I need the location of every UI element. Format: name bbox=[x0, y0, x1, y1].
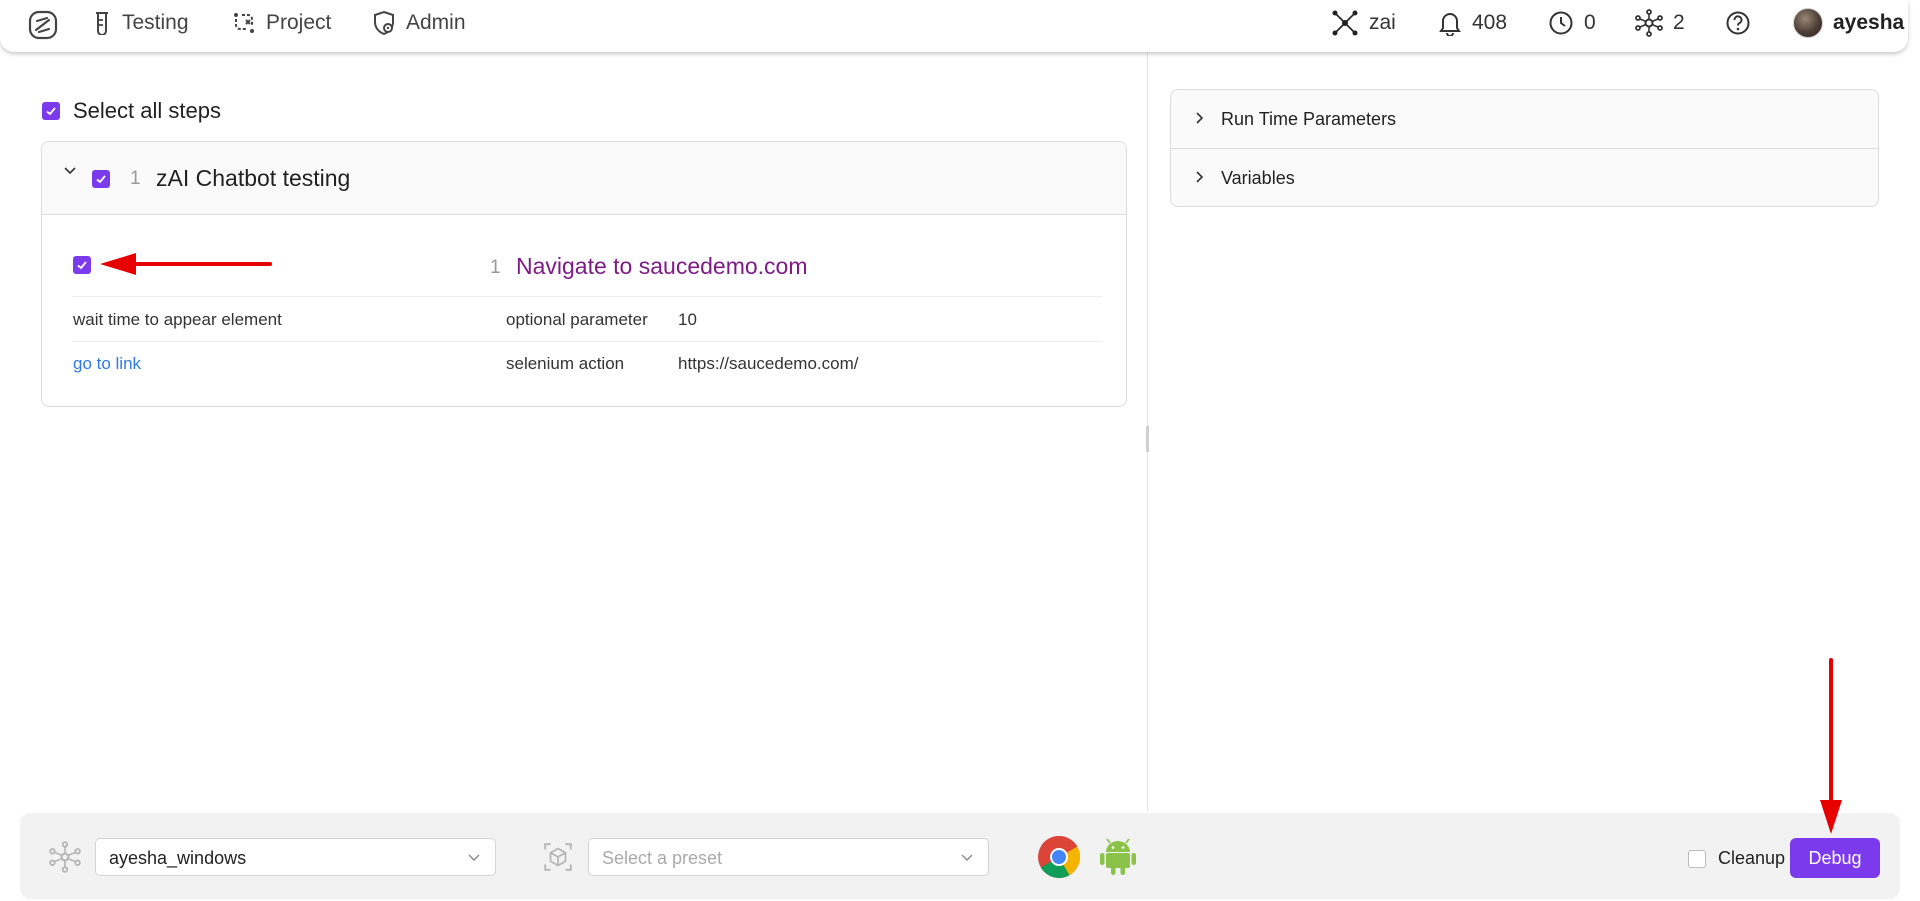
step-row: 1 Navigate to saucedemo.com bbox=[72, 237, 1102, 297]
preset-select-placeholder: Select a preset bbox=[602, 848, 723, 868]
check-icon bbox=[46, 107, 56, 116]
test-group-card: 1 zAI Chatbot testing 1 Navigate to sauc… bbox=[41, 141, 1127, 407]
cleanup-toggle[interactable]: Cleanup bbox=[1688, 848, 1785, 869]
chevron-right-icon bbox=[1196, 171, 1204, 183]
zai-assistant[interactable]: zai bbox=[1331, 0, 1396, 46]
preset-select[interactable]: Select a preset bbox=[588, 838, 989, 876]
select-all-label: Select all steps bbox=[73, 98, 221, 123]
history[interactable]: 0 bbox=[1548, 0, 1596, 46]
network-icon bbox=[1635, 9, 1663, 37]
bell-icon bbox=[1439, 13, 1461, 36]
resize-handle[interactable] bbox=[1146, 426, 1149, 452]
chevron-down-icon bbox=[961, 854, 973, 861]
nav-testing[interactable]: Testing bbox=[92, 0, 189, 46]
chevron-right-icon bbox=[1196, 112, 1204, 124]
avatar bbox=[1793, 8, 1823, 38]
nav-testing-label: Testing bbox=[122, 11, 189, 34]
flask-icon bbox=[96, 12, 108, 35]
test-group-number: 1 bbox=[130, 168, 141, 189]
param-type: selenium action bbox=[506, 354, 625, 373]
notifications-count: 408 bbox=[1472, 11, 1508, 34]
cleanup-label: Cleanup bbox=[1718, 848, 1786, 868]
cleanup-checkbox[interactable] bbox=[1688, 849, 1706, 868]
debug-button[interactable]: Debug bbox=[1790, 838, 1880, 878]
cube-icon bbox=[544, 843, 572, 871]
app-logo-icon[interactable] bbox=[28, 10, 58, 40]
param-row: wait time to appear element optional par… bbox=[72, 298, 1102, 342]
check-icon bbox=[77, 261, 87, 270]
accordion-label: Variables bbox=[1221, 168, 1295, 188]
accordion-variables[interactable]: Variables bbox=[1171, 148, 1878, 206]
annotation-arrow-down bbox=[1820, 658, 1842, 834]
settings-accordion: Run Time Parameters Variables bbox=[1170, 89, 1879, 207]
param-value: 10 bbox=[678, 310, 697, 329]
clock-icon bbox=[1549, 11, 1573, 35]
param-type: optional parameter bbox=[506, 310, 648, 329]
run-toolbar: ayesha_windows Select a preset Cleanup D… bbox=[20, 813, 1900, 899]
android-icon[interactable] bbox=[1100, 838, 1136, 876]
select-all-checkbox[interactable] bbox=[42, 102, 60, 120]
steps-pane: Select all steps 1 zAI Chatbot testing 1… bbox=[0, 52, 1147, 812]
select-all-steps[interactable]: Select all steps bbox=[42, 98, 221, 124]
network-nodes[interactable]: 2 bbox=[1635, 0, 1685, 46]
step-checkbox[interactable] bbox=[73, 256, 91, 274]
chevron-down-icon bbox=[468, 854, 480, 861]
nav-admin[interactable]: Admin bbox=[372, 0, 466, 46]
network-count: 2 bbox=[1673, 11, 1685, 34]
nav-project[interactable]: Project bbox=[232, 0, 331, 46]
param-row: go to link selenium action https://sauce… bbox=[72, 342, 1102, 386]
nav-project-label: Project bbox=[266, 11, 332, 34]
user-name: ayesha bbox=[1833, 11, 1905, 34]
user-menu[interactable]: ayesha bbox=[1793, 0, 1904, 46]
help-icon bbox=[1726, 11, 1750, 35]
machine-select-value: ayesha_windows bbox=[109, 848, 247, 868]
test-group-header[interactable]: 1 zAI Chatbot testing bbox=[42, 142, 1126, 215]
nav-admin-label: Admin bbox=[406, 11, 466, 34]
param-name: wait time to appear element bbox=[73, 310, 282, 329]
accordion-label: Run Time Parameters bbox=[1221, 109, 1397, 129]
molecule-icon bbox=[1332, 10, 1358, 36]
accordion-run-time-parameters[interactable]: Run Time Parameters bbox=[1171, 90, 1878, 148]
test-group-checkbox[interactable] bbox=[92, 170, 110, 188]
notifications[interactable]: 408 bbox=[1438, 0, 1507, 46]
network-nodes-icon bbox=[49, 841, 81, 873]
help[interactable] bbox=[1725, 0, 1751, 46]
check-icon bbox=[96, 175, 106, 184]
step-number: 1 bbox=[490, 257, 501, 278]
action-link[interactable]: go to link bbox=[73, 354, 141, 374]
top-navbar: Testing Project Admin zai 408 0 2 ayesha bbox=[0, 0, 1908, 52]
zai-label: zai bbox=[1369, 11, 1396, 34]
machine-select[interactable]: ayesha_windows bbox=[95, 838, 496, 876]
clock-count: 0 bbox=[1584, 11, 1596, 34]
param-value: https://saucedemo.com/ bbox=[678, 354, 859, 373]
step-title: Navigate to saucedemo.com bbox=[516, 253, 808, 279]
shield-gear-icon bbox=[374, 10, 394, 36]
workflow-icon bbox=[234, 13, 254, 33]
chevron-down-icon[interactable] bbox=[63, 164, 77, 178]
chrome-icon[interactable] bbox=[1037, 835, 1081, 879]
test-group-title: zAI Chatbot testing bbox=[156, 165, 351, 191]
